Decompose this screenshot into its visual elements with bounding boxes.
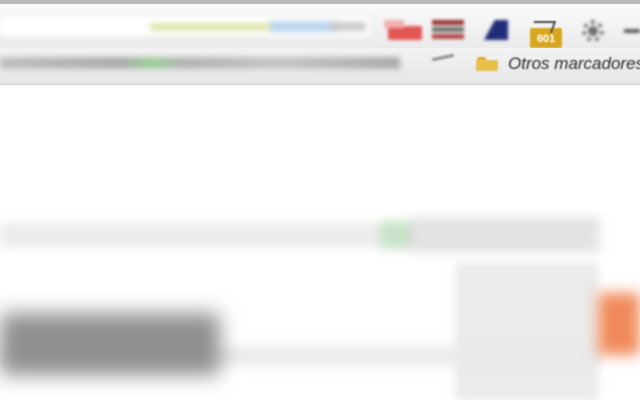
blurred-orange-element (598, 293, 640, 355)
stacked-extension-icon[interactable] (430, 18, 466, 42)
other-bookmarks-label: Otros marcadores (508, 54, 640, 73)
extension-badge-count: 601 (536, 33, 556, 45)
arrow-icon[interactable] (620, 20, 640, 42)
blurred-content-row (0, 213, 600, 257)
red-extension-icon[interactable] (382, 18, 426, 44)
address-text-blur (150, 23, 290, 31)
address-tail-blur (330, 22, 366, 31)
chart-badge-icon[interactable]: 601 (528, 20, 564, 50)
gear-icon[interactable] (576, 18, 610, 44)
bookmark-separator (431, 53, 455, 62)
bookmarks-bar: Otros marcadores (0, 48, 640, 85)
other-bookmarks-button[interactable]: Otros marcadores (476, 53, 640, 77)
folder-icon (476, 57, 498, 71)
address-bar[interactable] (0, 14, 373, 38)
page-content (0, 85, 640, 400)
blurred-dark-block (0, 313, 220, 375)
bookmark-items-blur[interactable] (0, 57, 400, 69)
blurred-table-region (456, 263, 600, 400)
navy-extension-icon[interactable] (480, 18, 512, 42)
browser-toolbar: 601 (0, 4, 640, 48)
